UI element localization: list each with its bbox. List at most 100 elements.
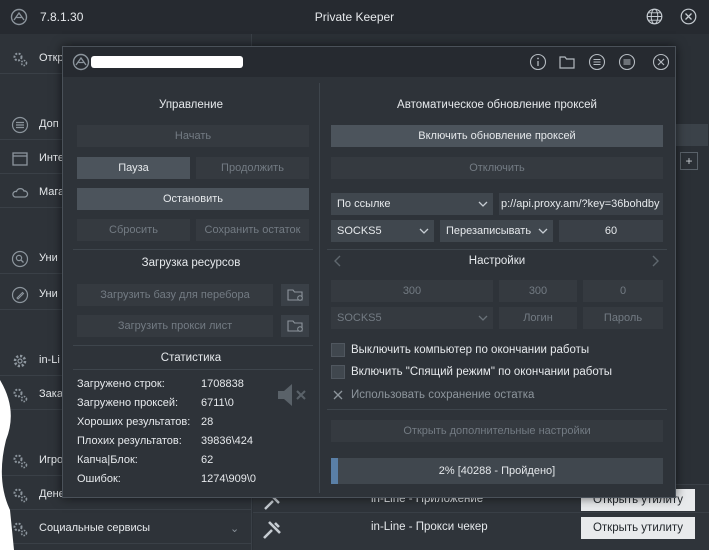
enable-proxy-update-button[interactable]: Включить обновление проксей (331, 125, 663, 147)
hamburger-icon[interactable] (618, 53, 636, 71)
stat-row: Загружено строк: 1708838 (77, 378, 277, 396)
close-icon[interactable] (680, 8, 697, 25)
settings-heading: Настройки (468, 255, 526, 267)
sidebar-item-label: Дене (39, 488, 65, 500)
info-icon[interactable] (529, 53, 547, 71)
chevron-right-icon[interactable] (650, 253, 660, 269)
sleep-checkbox[interactable]: Включить "Спящий режим" по окончании раб… (331, 364, 661, 382)
stat-row: Капча|Блок: 62 (77, 454, 277, 472)
gears-icon (13, 52, 28, 67)
stat-key: Ошибок: (77, 473, 121, 485)
sidebar-item-label: Уни (39, 252, 58, 264)
proxy-type-select[interactable]: SOCKS5 (331, 220, 434, 242)
browse-proxy-button[interactable] (281, 315, 309, 337)
pen-icon (11, 286, 29, 304)
x-mark-icon (333, 390, 343, 400)
cable-shape (0, 380, 14, 550)
select-value: Перезаписывать (446, 225, 532, 237)
stat-value: 28 (201, 416, 214, 428)
sound-muted-icon[interactable] (275, 381, 309, 409)
stop-button[interactable]: Остановить (77, 188, 309, 210)
reset-button[interactable]: Сбросить (77, 219, 190, 241)
divider (327, 249, 667, 250)
resources-heading: Загрузка ресурсов (141, 257, 241, 269)
password-input[interactable]: Пароль (583, 307, 663, 329)
main-titlebar: 7.8.1.30 Private Keeper (0, 0, 709, 34)
timeout-input[interactable]: 300 (499, 280, 577, 302)
checkbox-label: Использовать сохранение остатка (351, 389, 535, 401)
start-button[interactable]: Начать (77, 125, 309, 147)
proxy-update-heading: Автоматическое обновление проксей (397, 99, 597, 111)
globe-icon[interactable] (646, 8, 663, 25)
menu-icon[interactable] (588, 53, 606, 71)
update-interval-input[interactable]: 60 (559, 220, 663, 242)
sidebar-item-label: Игро (39, 454, 64, 466)
stat-row: Загружено проксей: 6711\0 (77, 397, 277, 415)
chevron-down-icon (538, 228, 548, 234)
column-divider (319, 83, 320, 493)
search-icon (11, 250, 29, 268)
stat-row: Хороших результатов: 28 (77, 416, 277, 434)
folder-icon[interactable] (558, 53, 576, 71)
divider (73, 249, 313, 250)
settings-proxy-type-select[interactable]: SOCKS5 (331, 307, 493, 329)
app-title: Private Keeper (314, 10, 395, 24)
stat-key: Капча|Блок: (77, 454, 138, 466)
stat-key: Загружено строк: (77, 378, 165, 390)
disable-proxy-update-button[interactable]: Отключить (331, 157, 663, 179)
checkbox-label: Выключить компьютер по окончании работы (351, 344, 590, 356)
continue-button[interactable]: Продолжить (196, 157, 309, 179)
pause-button[interactable]: Пауза (77, 157, 190, 179)
sidebar-item-label: Доп (39, 118, 59, 130)
proxy-mode-select[interactable]: Перезаписывать (440, 220, 553, 242)
add-button[interactable]: + (680, 152, 698, 170)
save-rest-checkbox[interactable]: Использовать сохранение остатка (331, 387, 661, 405)
dialog-titlebar (63, 47, 675, 77)
browse-base-button[interactable] (281, 284, 309, 306)
checkbox-box[interactable] (331, 343, 345, 357)
divider (73, 369, 313, 370)
sidebar-item-label: Уни (39, 288, 58, 300)
chevron-down-icon: ⌄ (230, 523, 240, 535)
redacted-title (91, 56, 243, 68)
sidebar-item-label: Откр (39, 52, 64, 64)
utility-label: in-Line - Прокси чекер (371, 521, 488, 533)
stat-key: Плохих результатов: (77, 435, 182, 447)
open-more-settings-button[interactable]: Открыть дополнительные настройки (331, 420, 663, 442)
checkbox-box[interactable] (331, 365, 345, 379)
select-value: По ссылке (337, 198, 391, 210)
retries-input[interactable]: 0 (583, 280, 663, 302)
close-icon[interactable] (652, 53, 670, 71)
tools-icon (263, 521, 281, 539)
sidebar-item-label: Мага (39, 186, 65, 198)
utility-row: in-Line - Прокси чекер Открыть утилиту (253, 512, 709, 550)
sidebar-item-label: Инте (39, 152, 65, 164)
shutdown-checkbox[interactable]: Выключить компьютер по окончании работы (331, 342, 661, 360)
save-rest-button[interactable]: Сохранить остаток (196, 219, 309, 241)
folder-icon (287, 320, 303, 332)
chevron-down-icon (478, 315, 488, 321)
window-icon (12, 152, 28, 166)
select-value: SOCKS5 (337, 225, 382, 237)
stat-value: 62 (201, 454, 214, 466)
chevron-down-icon (478, 201, 488, 207)
proxy-source-select[interactable]: По ссылке (331, 193, 493, 215)
stat-value: 1708838 (201, 378, 244, 390)
stat-value: 39836\424 (201, 435, 253, 447)
sidebar-item-social[interactable]: Социальные сервисы ⌄ (0, 514, 252, 544)
checker-dialog: Управление Начать Пауза Продолжить Остан… (62, 46, 676, 498)
load-proxy-button[interactable]: Загрузить прокси лист (77, 315, 273, 337)
progress-bar: 2% [40288 - Пройдено] (331, 458, 663, 484)
open-utility-button[interactable]: Открыть утилиту (581, 517, 695, 539)
divider (73, 345, 313, 346)
proxy-url-input[interactable]: p://api.proxy.am/?key=36bohdby (499, 193, 663, 215)
sidebar-item-label: in-Li (39, 354, 60, 366)
login-input[interactable]: Логин (499, 307, 577, 329)
stat-row: Плохих результатов: 39836\424 (77, 435, 277, 453)
threads-input[interactable]: 300 (331, 280, 493, 302)
divider (327, 409, 667, 410)
chevron-down-icon (419, 228, 429, 234)
load-base-button[interactable]: Загрузить базу для перебора (77, 284, 273, 306)
sidebar-item-label: Зака (39, 388, 63, 400)
stat-key: Загружено проксей: (77, 397, 179, 409)
